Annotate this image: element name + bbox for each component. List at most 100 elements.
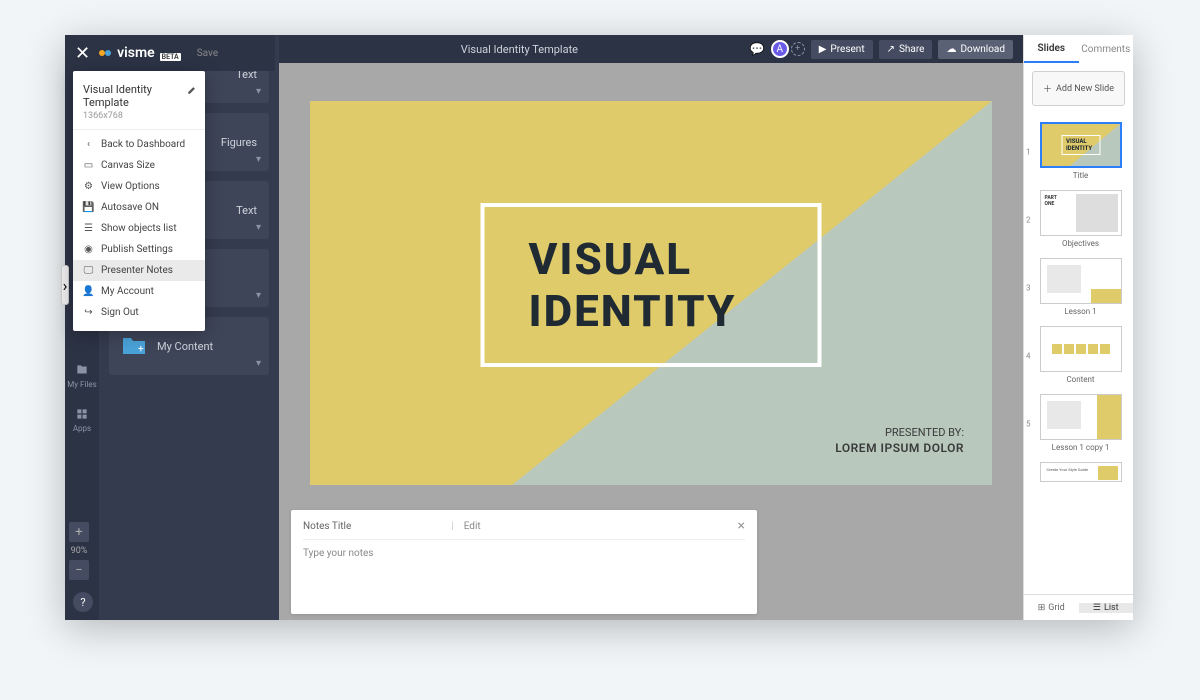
chevron-down-icon: ▾: [256, 154, 261, 165]
chevron-down-icon: ▾: [256, 86, 261, 97]
slides-panel: › Slides Comments ＋Add New Slide 1 VISUA…: [1023, 35, 1133, 620]
sidebar-item-apps[interactable]: Apps: [73, 407, 91, 433]
slide-title-frame[interactable]: VISUAL IDENTITY: [481, 203, 822, 367]
thumbnail-preview[interactable]: [1040, 326, 1122, 372]
canvas-area: Visual Identity Template 💬 A + ▶Present …: [279, 35, 1023, 620]
user-icon: 👤: [83, 286, 94, 297]
slide-thumbnails: 1 VISUAL IDENTITY Title 2 PARTONE Object…: [1024, 114, 1133, 594]
thumbnail-preview[interactable]: VISUAL IDENTITY: [1040, 122, 1122, 168]
svg-text:+: +: [138, 344, 144, 355]
slide-number: 1: [1026, 148, 1031, 157]
slide-number: 5: [1026, 420, 1031, 429]
signout-icon: ↪: [83, 307, 94, 318]
panel-footer: ⊞Grid ☰List: [1024, 594, 1133, 620]
apps-icon: [75, 407, 89, 421]
pencil-icon: [187, 85, 197, 95]
topbar-actions: 💬 A + ▶Present ↗Share ☁Download: [750, 40, 1013, 59]
thumbnail-preview[interactable]: [1040, 394, 1122, 440]
notes-title-label: Notes Title: [303, 521, 351, 532]
menu-item-publish[interactable]: ◉Publish Settings: [73, 239, 205, 260]
share-icon: ↗: [887, 44, 895, 55]
notes-header: Notes Title | Edit ×: [303, 518, 745, 540]
close-icon[interactable]: ×: [738, 518, 745, 534]
thumbnail-item[interactable]: Create Your Style Guide: [1024, 458, 1129, 491]
menu-item-back[interactable]: ‹Back to Dashboard: [73, 134, 205, 155]
menu-item-presenter-notes[interactable]: 🖵Presenter Notes: [73, 260, 205, 281]
add-slide-button[interactable]: ＋Add New Slide: [1032, 71, 1125, 106]
thumbnail-label: Lesson 1: [1036, 307, 1125, 316]
panel-tabs: Slides Comments: [1024, 35, 1133, 63]
thumbnail-preview[interactable]: Create Your Style Guide: [1040, 462, 1122, 482]
tab-comments[interactable]: Comments: [1079, 35, 1134, 63]
zoom-out-button[interactable]: −: [69, 560, 89, 580]
grid-icon: ⊞: [1038, 603, 1046, 613]
app-menu-header: ✕ visme BETA Save: [65, 35, 275, 71]
edit-title-button[interactable]: [187, 85, 197, 95]
download-button[interactable]: ☁Download: [938, 40, 1013, 59]
present-button[interactable]: ▶Present: [811, 40, 873, 59]
presented-by-label: PRESENTED BY:: [835, 426, 964, 439]
logo-icon: [98, 46, 114, 60]
zoom-value: 90%: [71, 546, 88, 556]
chevron-left-icon: ‹: [83, 139, 94, 150]
zoom-in-button[interactable]: +: [69, 522, 89, 542]
document-title: Visual Identity Template: [289, 43, 750, 56]
tool-label: Figures: [221, 136, 257, 149]
menu-item-canvas-size[interactable]: ▭Canvas Size: [73, 155, 205, 176]
panel-collapse-handle[interactable]: ›: [61, 265, 69, 305]
help-button[interactable]: ?: [73, 592, 93, 612]
menu-item-objects-list[interactable]: ☰Show objects list: [73, 218, 205, 239]
thumbnail-item[interactable]: 1 VISUAL IDENTITY Title: [1024, 118, 1129, 186]
menu-item-autosave[interactable]: 💾Autosave ON: [73, 197, 205, 218]
thumbnail-item[interactable]: 2 PARTONE Objectives: [1024, 186, 1129, 254]
folder-plus-icon: +: [121, 333, 147, 359]
presenter-notes-panel: Notes Title | Edit × Type your notes: [291, 510, 757, 614]
thumbnail-label: Title: [1036, 171, 1125, 180]
canvas-icon: ▭: [83, 160, 94, 171]
menu-item-view-options[interactable]: ⚙View Options: [73, 176, 205, 197]
thumbnail-label: Objectives: [1036, 239, 1125, 248]
save-button[interactable]: Save: [197, 48, 218, 59]
share-button[interactable]: ↗Share: [879, 40, 933, 59]
menu-item-sign-out[interactable]: ↪Sign Out: [73, 302, 205, 323]
floppy-icon: 💾: [83, 202, 94, 213]
gear-icon: ⚙: [83, 181, 94, 192]
thumbnail-preview[interactable]: PARTONE: [1040, 190, 1122, 236]
sidebar-item-label: My Files: [67, 380, 96, 389]
close-menu-button[interactable]: ✕: [75, 43, 90, 64]
slide-title-text[interactable]: VISUAL IDENTITY: [529, 233, 774, 337]
notes-body[interactable]: Type your notes: [303, 540, 745, 559]
grid-view-button[interactable]: ⊞Grid: [1024, 603, 1079, 613]
notes-title-input[interactable]: [361, 521, 441, 532]
avatar[interactable]: A: [771, 40, 789, 58]
files-icon: [75, 363, 89, 377]
comment-icon[interactable]: 💬: [750, 42, 765, 56]
slide-subtext[interactable]: PRESENTED BY: LOREM IPSUM DOLOR: [835, 426, 964, 455]
thumbnail-label: Lesson 1 copy 1: [1036, 443, 1125, 452]
presented-by-value: LOREM IPSUM DOLOR: [835, 441, 964, 455]
slide-number: 2: [1026, 216, 1031, 225]
plus-icon: ＋: [1043, 82, 1052, 95]
play-icon: ▶: [819, 44, 827, 55]
thumbnail-item[interactable]: 5 Lesson 1 copy 1: [1024, 390, 1129, 458]
slide-canvas[interactable]: VISUAL IDENTITY PRESENTED BY: LOREM IPSU…: [310, 101, 992, 485]
thumbnail-label: Content: [1036, 375, 1125, 384]
cloud-download-icon: ☁: [946, 44, 956, 55]
menu-item-my-account[interactable]: 👤My Account: [73, 281, 205, 302]
thumbnail-preview[interactable]: [1040, 258, 1122, 304]
sidebar-item-label: Apps: [73, 424, 91, 433]
chevron-down-icon: ▾: [256, 358, 261, 369]
editor-window: My Files Apps + 90% − ? Text ▾ Figures ▾…: [65, 35, 1133, 620]
app-logo: visme BETA: [98, 45, 181, 61]
thumbnail-item[interactable]: 4 Content: [1024, 322, 1129, 390]
beta-badge: BETA: [160, 53, 181, 61]
project-info: Visual Identity Template 1366x768: [73, 79, 205, 130]
add-collaborator-button[interactable]: +: [791, 42, 805, 56]
canvas-viewport[interactable]: VISUAL IDENTITY PRESENTED BY: LOREM IPSU…: [279, 63, 1023, 620]
sidebar-item-my-files[interactable]: My Files: [67, 363, 96, 389]
chevron-down-icon: ▾: [256, 222, 261, 233]
thumbnail-item[interactable]: 3 Lesson 1: [1024, 254, 1129, 322]
list-view-button[interactable]: ☰List: [1079, 603, 1134, 613]
tab-slides[interactable]: Slides: [1024, 35, 1079, 63]
notes-edit-button[interactable]: Edit: [464, 521, 481, 532]
